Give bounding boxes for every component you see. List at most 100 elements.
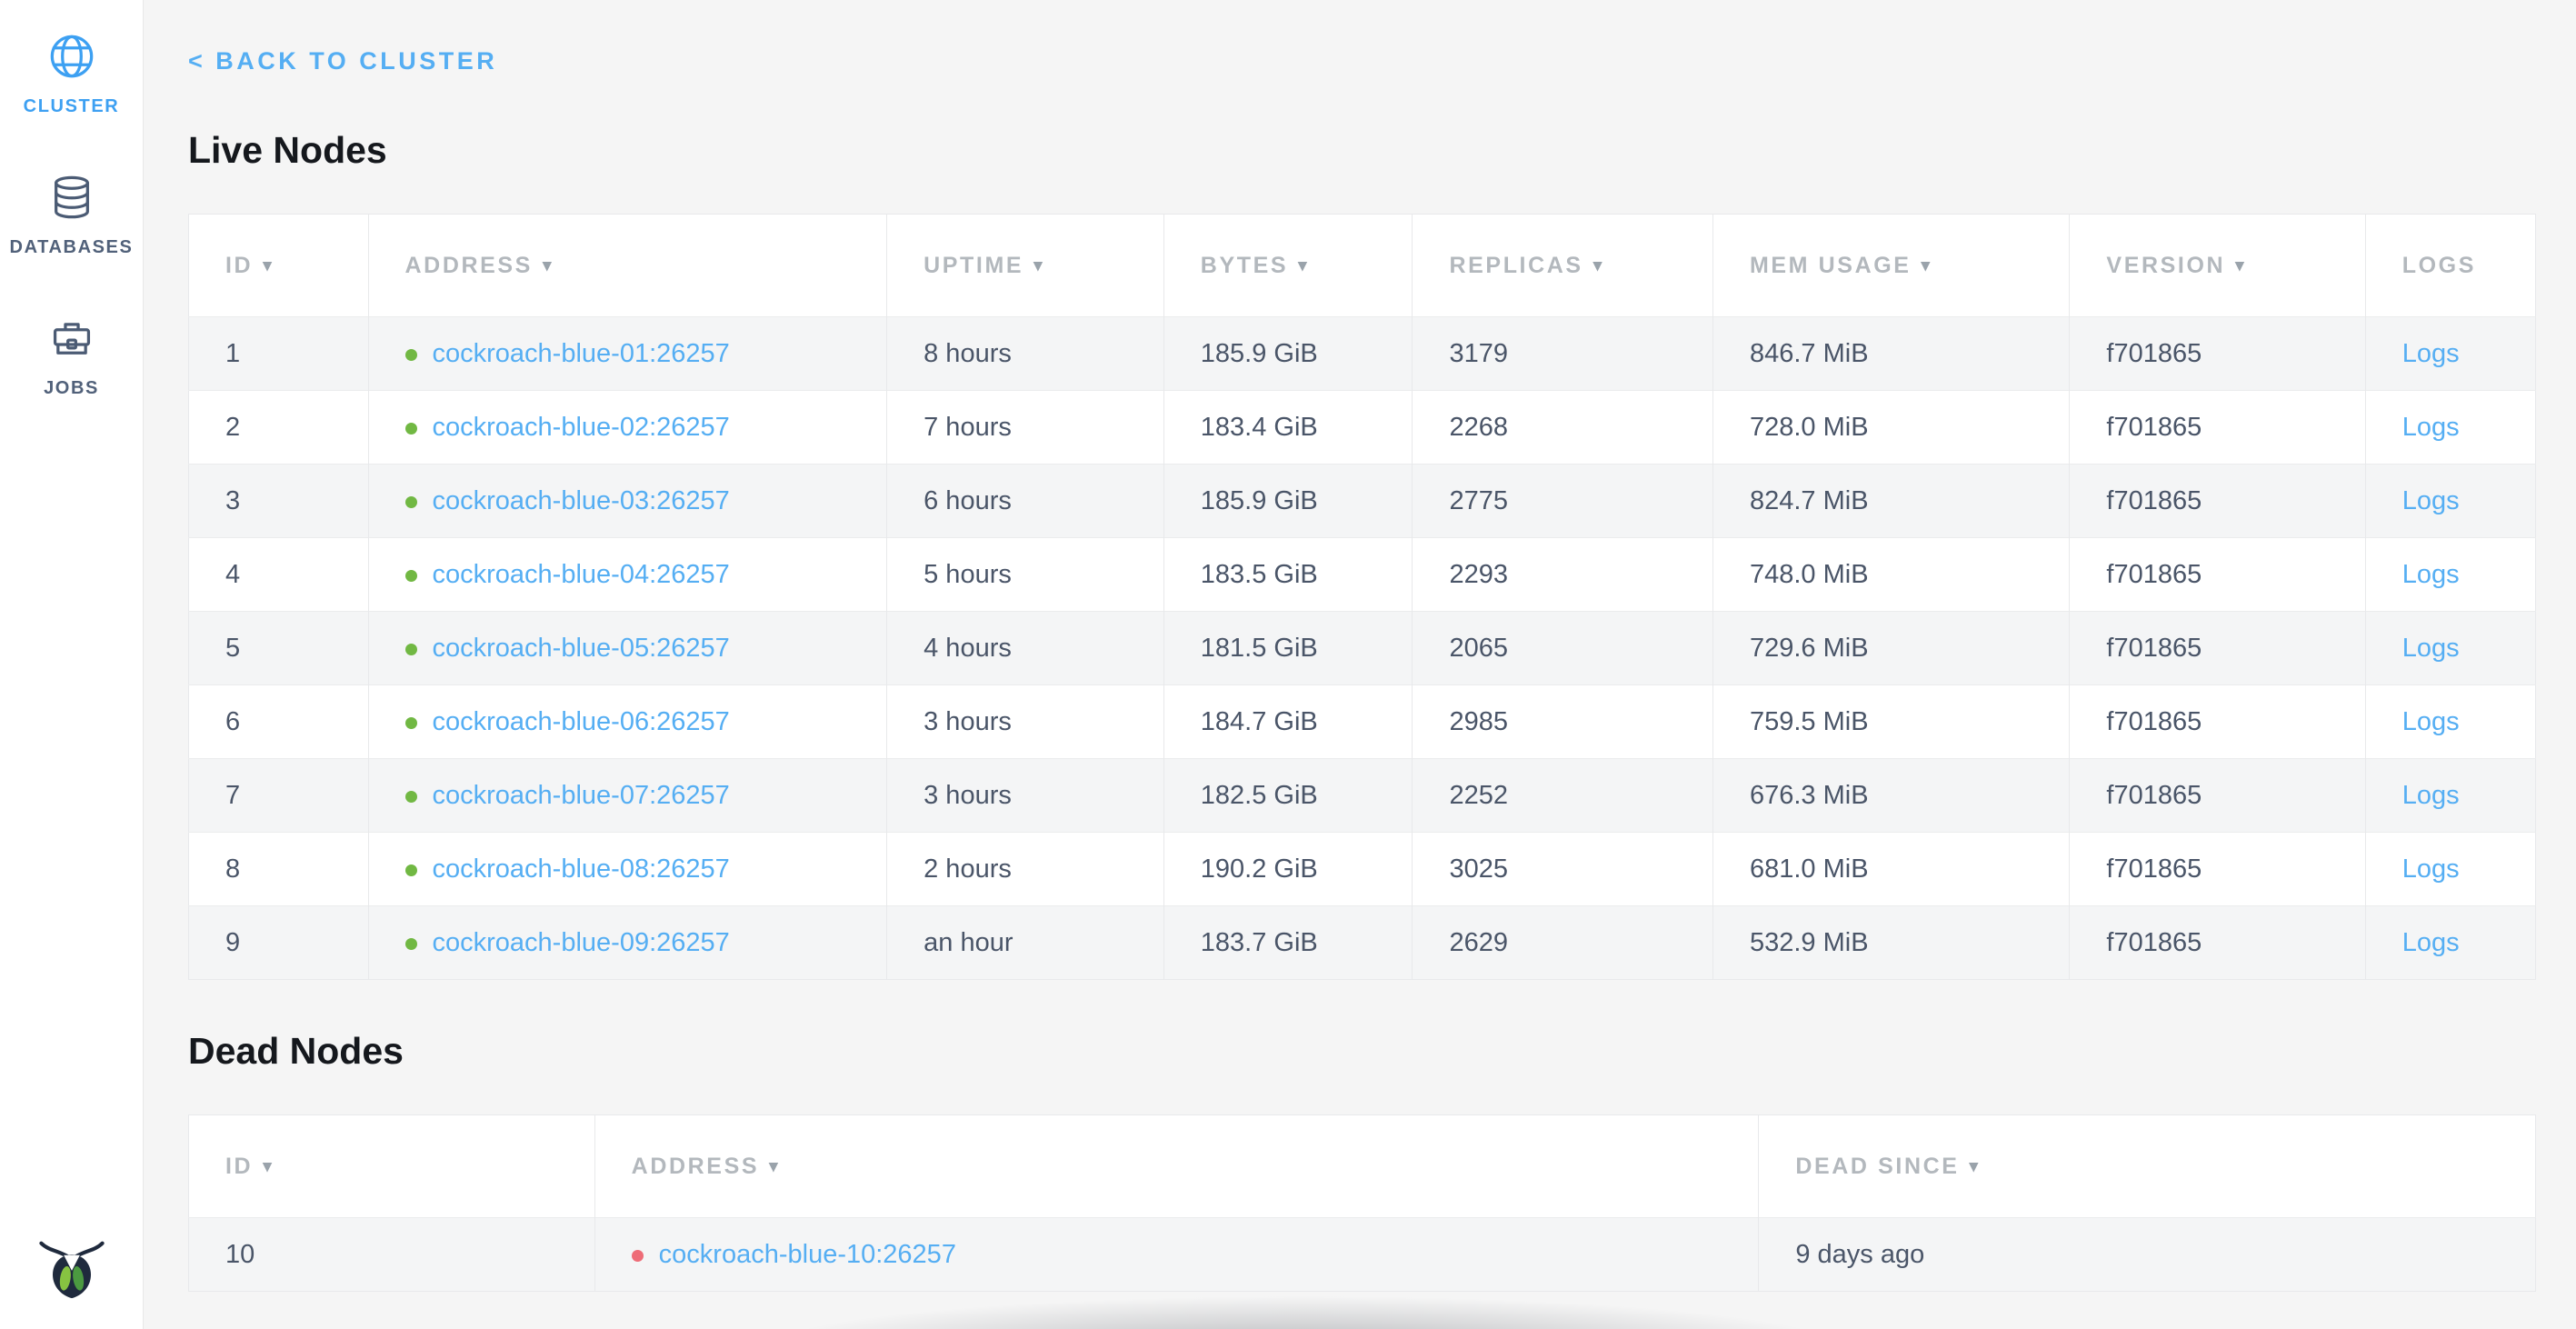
sidebar: CLUSTER DATABASES bbox=[0, 0, 144, 1329]
column-header-id[interactable]: ID ▾ bbox=[189, 1115, 595, 1218]
column-header-label: LOGS bbox=[2402, 253, 2476, 278]
logs-link[interactable]: Logs bbox=[2402, 781, 2460, 810]
sidebar-nav: CLUSTER DATABASES bbox=[0, 0, 143, 399]
sort-caret-icon: ▾ bbox=[769, 1157, 780, 1176]
status-live-dot-icon bbox=[405, 644, 417, 655]
node-address-link[interactable]: cockroach-blue-06:26257 bbox=[433, 707, 730, 736]
back-to-cluster-link[interactable]: < BACK TO CLUSTER bbox=[188, 47, 497, 75]
table-row: 7cockroach-blue-07:262573 hours182.5 GiB… bbox=[189, 759, 2536, 833]
cell-logs: Logs bbox=[2365, 759, 2535, 833]
cell-replicas: 2629 bbox=[1413, 906, 1712, 980]
cell-version: f701865 bbox=[2070, 612, 2365, 685]
cell-uptime: 6 hours bbox=[887, 465, 1164, 538]
node-address-link[interactable]: cockroach-blue-02:26257 bbox=[433, 413, 730, 442]
cell-uptime: an hour bbox=[887, 906, 1164, 980]
cell-replicas: 2985 bbox=[1413, 685, 1712, 759]
cell-id: 8 bbox=[189, 833, 369, 906]
table-row: 10 cockroach-blue-10:26257 9 days ago bbox=[189, 1218, 2536, 1292]
cell-id: 9 bbox=[189, 906, 369, 980]
node-address-link[interactable]: cockroach-blue-05:26257 bbox=[433, 634, 730, 663]
sort-caret-icon: ▾ bbox=[1298, 256, 1309, 275]
cell-id: 10 bbox=[189, 1218, 595, 1292]
cell-version: f701865 bbox=[2070, 906, 2365, 980]
logs-link[interactable]: Logs bbox=[2402, 634, 2460, 663]
column-header-address[interactable]: ADDRESS▾ bbox=[594, 1115, 1759, 1218]
node-address-link[interactable]: cockroach-blue-03:26257 bbox=[433, 486, 730, 515]
live-nodes-table: ID▾ADDRESS▾UPTIME▾BYTES▾REPLICAS▾MEM USA… bbox=[188, 214, 2536, 980]
logs-link[interactable]: Logs bbox=[2402, 413, 2460, 442]
sort-caret-icon: ▾ bbox=[2235, 256, 2246, 275]
dead-nodes-table: ID▾ADDRESS▾DEAD SINCE▾10cockroach-blue-1… bbox=[188, 1114, 2536, 1292]
cockroach-logo-icon[interactable] bbox=[0, 1223, 143, 1304]
cell-logs: Logs bbox=[2365, 906, 2535, 980]
cell-replicas: 2293 bbox=[1413, 538, 1712, 612]
status-live-dot-icon bbox=[405, 423, 417, 435]
column-header-label: REPLICAS bbox=[1449, 253, 1583, 278]
live-nodes-title: Live Nodes bbox=[188, 128, 2536, 172]
cell-version: f701865 bbox=[2070, 685, 2365, 759]
sidebar-item-cluster[interactable]: CLUSTER bbox=[0, 33, 143, 117]
cell-dead_since: 9 days ago bbox=[1759, 1218, 2536, 1292]
sidebar-item-label: CLUSTER bbox=[24, 96, 120, 116]
column-header-version[interactable]: VERSION▾ bbox=[2070, 215, 2365, 317]
sort-caret-icon: ▾ bbox=[263, 1157, 274, 1176]
cell-address: cockroach-blue-06:26257 bbox=[368, 685, 887, 759]
cell-logs: Logs bbox=[2365, 833, 2535, 906]
node-address-link[interactable]: cockroach-blue-08:26257 bbox=[433, 854, 730, 884]
column-header-uptime[interactable]: UPTIME▾ bbox=[887, 215, 1164, 317]
briefcase-icon bbox=[48, 315, 95, 362]
databases-icon bbox=[48, 174, 95, 221]
cell-uptime: 5 hours bbox=[887, 538, 1164, 612]
column-header-dead_since[interactable]: DEAD SINCE▾ bbox=[1759, 1115, 2536, 1218]
sort-caret-icon: ▾ bbox=[543, 256, 554, 275]
cell-uptime: 7 hours bbox=[887, 391, 1164, 465]
header-row: ID▾ADDRESS▾DEAD SINCE▾ bbox=[189, 1115, 2536, 1218]
node-address-link[interactable]: cockroach-blue-01:26257 bbox=[433, 339, 730, 368]
logs-link[interactable]: Logs bbox=[2402, 854, 2460, 884]
cell-version: f701865 bbox=[2070, 833, 2365, 906]
cell-bytes: 190.2 GiB bbox=[1163, 833, 1413, 906]
cell-mem_usage: 676.3 MiB bbox=[1712, 759, 2069, 833]
table-row: 9cockroach-blue-09:26257an hour183.7 GiB… bbox=[189, 906, 2536, 980]
status-dead-dot-icon bbox=[632, 1250, 644, 1262]
sort-caret-icon: ▾ bbox=[263, 256, 274, 275]
cell-mem_usage: 748.0 MiB bbox=[1712, 538, 2069, 612]
column-header-label: ID bbox=[225, 253, 253, 278]
globe-icon bbox=[48, 33, 95, 80]
sort-caret-icon: ▾ bbox=[1033, 256, 1044, 275]
logs-link[interactable]: Logs bbox=[2402, 486, 2460, 515]
logs-link[interactable]: Logs bbox=[2402, 560, 2460, 589]
node-address-link[interactable]: cockroach-blue-10:26257 bbox=[659, 1240, 956, 1269]
table-row: 6cockroach-blue-06:262573 hours184.7 GiB… bbox=[189, 685, 2536, 759]
cell-id: 4 bbox=[189, 538, 369, 612]
cell-replicas: 2065 bbox=[1413, 612, 1712, 685]
cell-uptime: 3 hours bbox=[887, 685, 1164, 759]
status-live-dot-icon bbox=[405, 496, 417, 508]
sidebar-item-databases[interactable]: DATABASES bbox=[0, 174, 143, 258]
logs-link[interactable]: Logs bbox=[2402, 339, 2460, 368]
status-live-dot-icon bbox=[405, 864, 417, 876]
cell-id: 7 bbox=[189, 759, 369, 833]
cell-version: f701865 bbox=[2070, 538, 2365, 612]
column-header-id[interactable]: ID ▾ bbox=[189, 215, 369, 317]
header-row: ID▾ADDRESS▾UPTIME▾BYTES▾REPLICAS▾MEM USA… bbox=[189, 215, 2536, 317]
node-address-link[interactable]: cockroach-blue-07:26257 bbox=[433, 781, 730, 810]
column-header-replicas[interactable]: REPLICAS▾ bbox=[1413, 215, 1712, 317]
column-header-mem_usage[interactable]: MEM USAGE▾ bbox=[1712, 215, 2069, 317]
cell-logs: Logs bbox=[2365, 685, 2535, 759]
column-header-address[interactable]: ADDRESS▾ bbox=[368, 215, 887, 317]
column-header-bytes[interactable]: BYTES▾ bbox=[1163, 215, 1413, 317]
logs-link[interactable]: Logs bbox=[2402, 928, 2460, 957]
sidebar-item-label: JOBS bbox=[44, 378, 99, 398]
sidebar-item-jobs[interactable]: JOBS bbox=[0, 315, 143, 399]
cell-uptime: 4 hours bbox=[887, 612, 1164, 685]
column-header-label: DEAD SINCE bbox=[1795, 1154, 1959, 1179]
node-address-link[interactable]: cockroach-blue-09:26257 bbox=[433, 928, 730, 957]
cell-replicas: 2268 bbox=[1413, 391, 1712, 465]
node-address-link[interactable]: cockroach-blue-04:26257 bbox=[433, 560, 730, 589]
column-header-label: ID bbox=[225, 1154, 253, 1179]
status-live-dot-icon bbox=[405, 791, 417, 803]
cell-address: cockroach-blue-01:26257 bbox=[368, 317, 887, 391]
logs-link[interactable]: Logs bbox=[2402, 707, 2460, 736]
cell-uptime: 8 hours bbox=[887, 317, 1164, 391]
